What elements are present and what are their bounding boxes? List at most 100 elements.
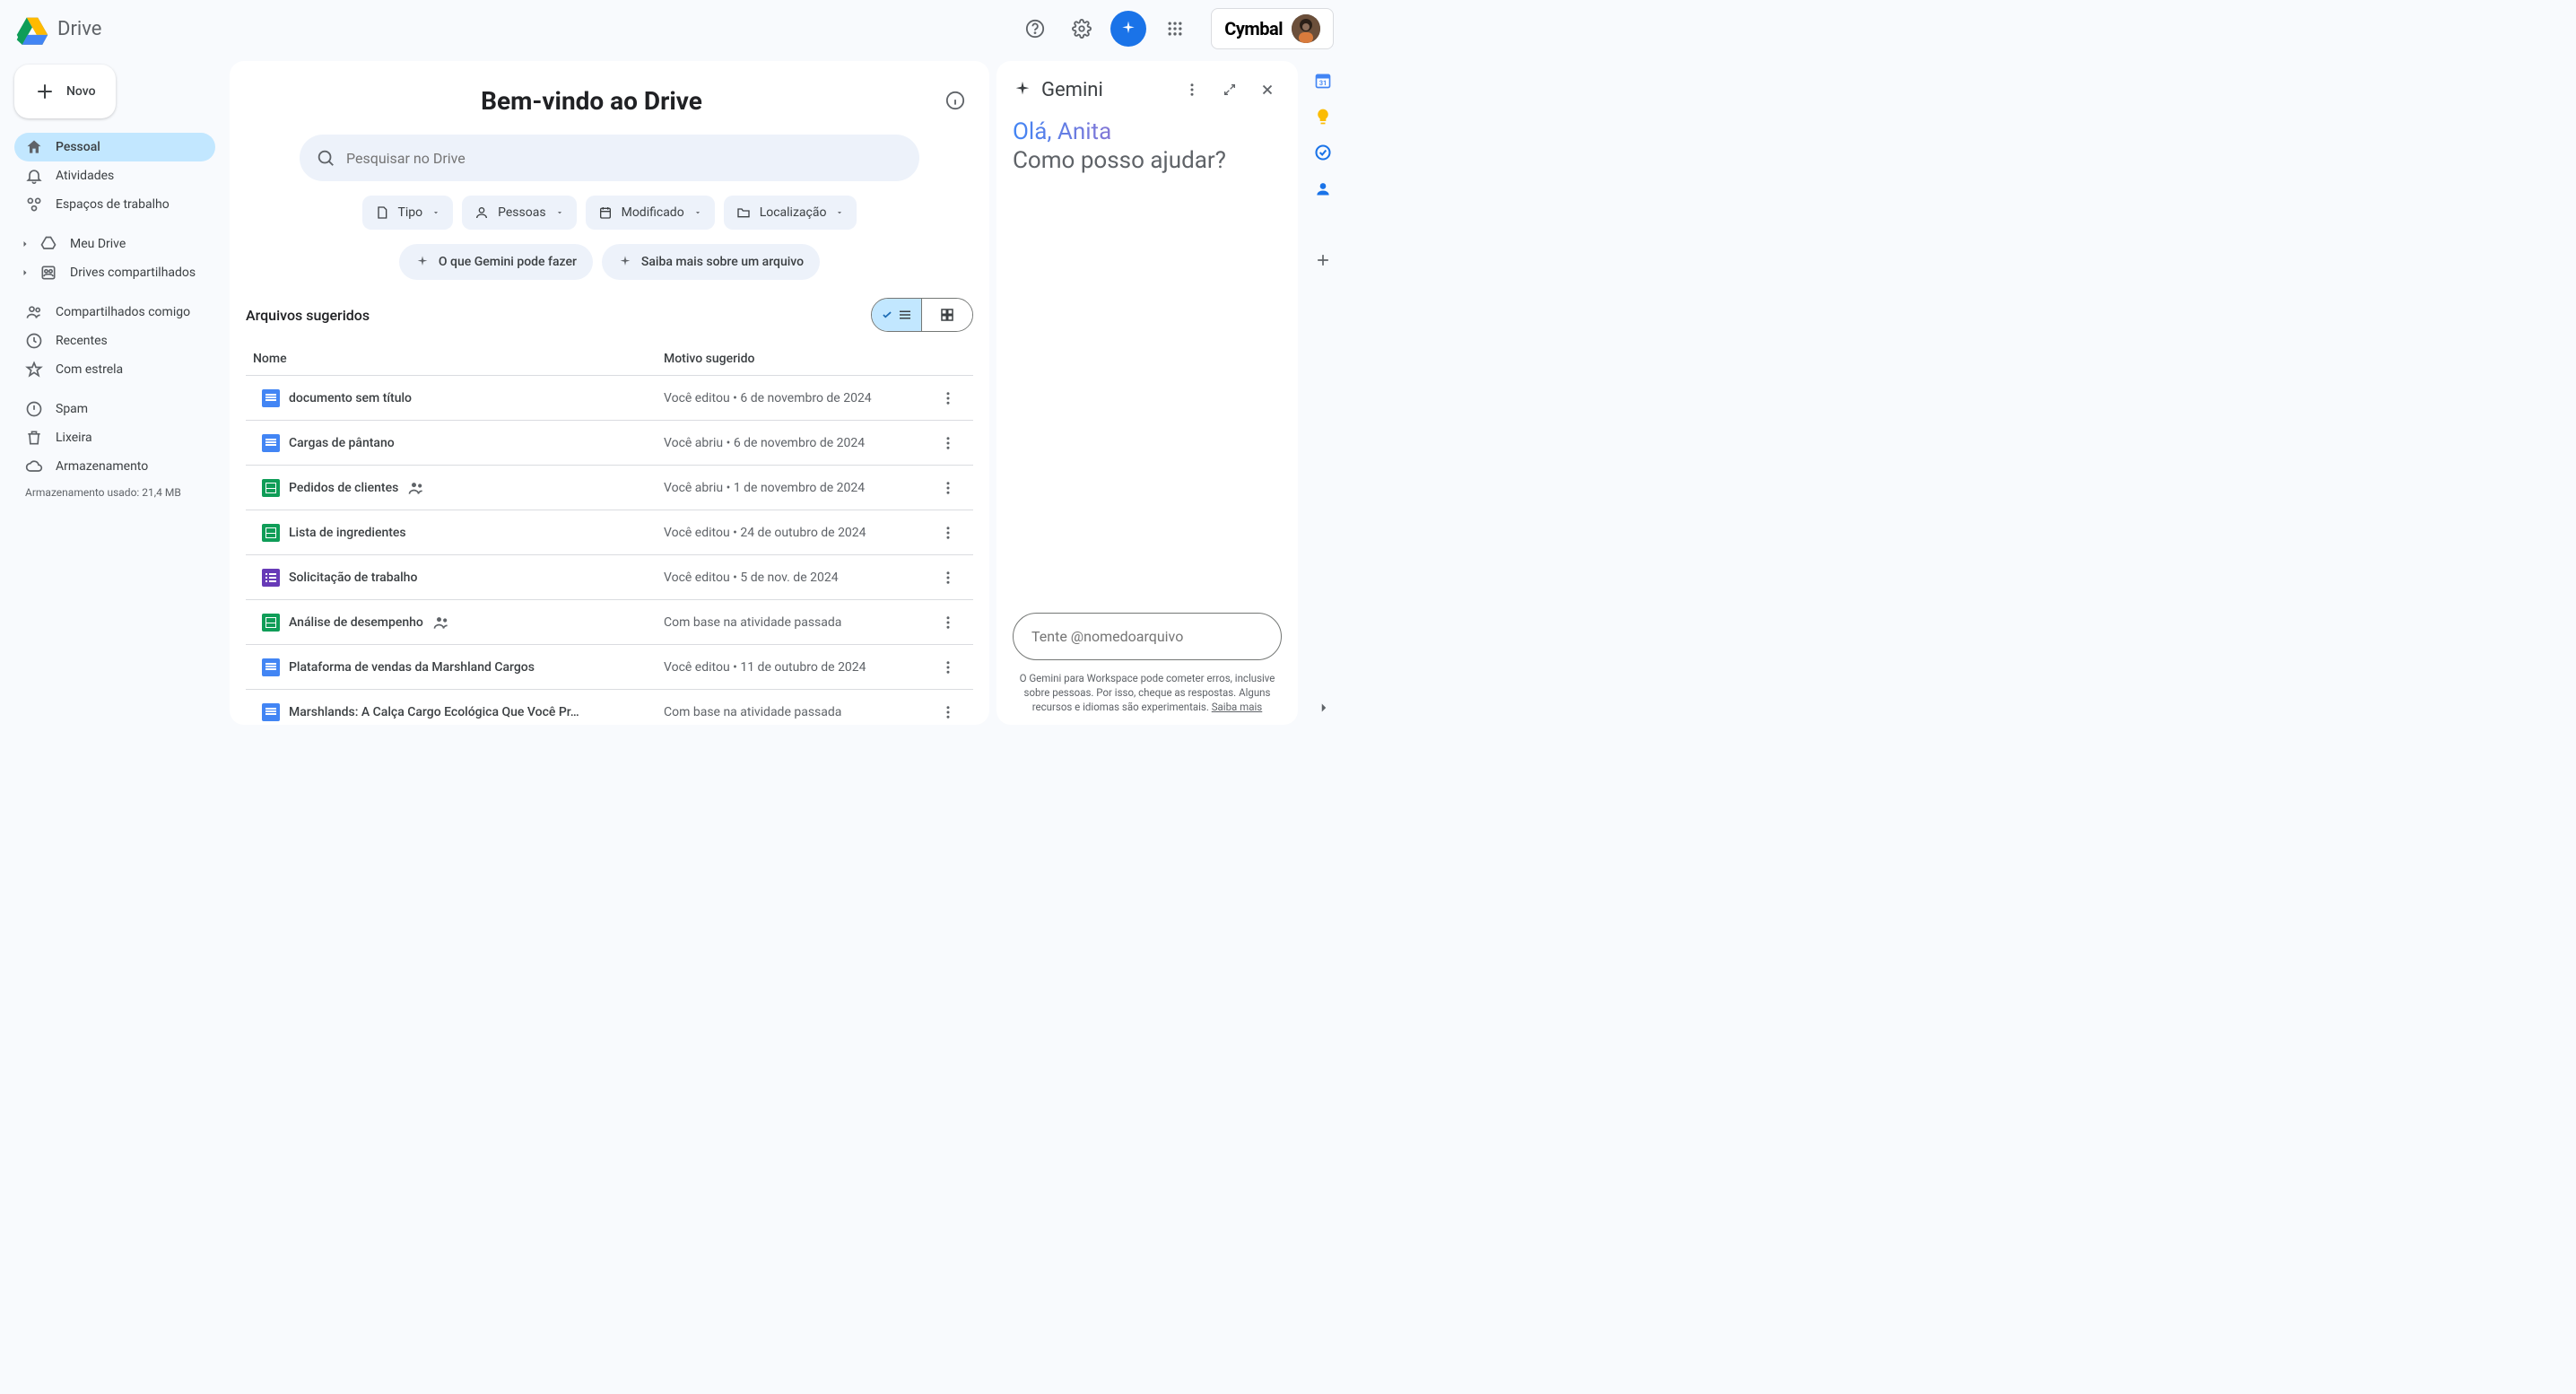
sidebar-item-my-drive[interactable]: Meu Drive	[14, 230, 215, 258]
file-reason: Você abriu • 6 de novembro de 2024	[664, 436, 930, 450]
person-icon	[474, 205, 489, 220]
sidebar-item-spam[interactable]: Spam	[14, 395, 215, 423]
file-reason: Você editou • 5 de nov. de 2024	[664, 571, 930, 585]
sidebar-item-workspaces[interactable]: Espaços de trabalho	[14, 190, 215, 219]
doc-file-icon	[253, 658, 289, 676]
filter-people[interactable]: Pessoas	[462, 196, 576, 230]
storage-usage: Armazenamento usado: 21,4 MB	[14, 481, 215, 506]
filter-type[interactable]: Tipo	[362, 196, 454, 230]
more-icon[interactable]	[1178, 75, 1206, 104]
spark-icon	[1013, 80, 1032, 100]
sheet-file-icon	[253, 614, 289, 632]
file-reason: Com base na atividade passada	[664, 615, 930, 630]
row-menu-button[interactable]	[930, 435, 966, 451]
sidebar-item-label: Lixeira	[56, 431, 92, 445]
search-input[interactable]	[346, 150, 903, 167]
file-reason: Você editou • 6 de novembro de 2024	[664, 391, 930, 405]
sidebar-item-storage[interactable]: Armazenamento	[14, 452, 215, 481]
row-menu-button[interactable]	[930, 525, 966, 541]
topbar-icons: Cymbal	[1017, 8, 1334, 49]
list-view-button[interactable]	[872, 299, 922, 331]
sidebar-item-recent[interactable]: Recentes	[14, 327, 215, 355]
side-app-rail: 31	[1298, 57, 1348, 728]
star-icon	[25, 361, 43, 379]
help-icon[interactable]	[1017, 11, 1053, 47]
keep-app-icon[interactable]	[1314, 108, 1332, 126]
table-row[interactable]: Lista de ingredientes Você editou • 24 d…	[246, 510, 973, 554]
file-icon	[375, 205, 389, 220]
new-button-label: Novo	[66, 84, 96, 99]
chip-label: O que Gemini pode fazer	[439, 255, 577, 269]
sidebar-item-trash[interactable]: Lixeira	[14, 423, 215, 452]
chip-label: Tipo	[398, 205, 423, 220]
gemini-spark-button[interactable]	[1110, 11, 1146, 47]
row-menu-button[interactable]	[930, 704, 966, 720]
search-bar[interactable]	[300, 135, 919, 181]
chip-label: Pessoas	[498, 205, 545, 220]
contacts-app-icon[interactable]	[1314, 179, 1332, 197]
column-headers: Nome Motivo sugerido	[246, 339, 973, 375]
home-icon	[25, 138, 43, 156]
row-menu-button[interactable]	[930, 390, 966, 406]
gemini-input-wrap[interactable]	[1013, 613, 1282, 660]
row-menu-button[interactable]	[930, 570, 966, 586]
sidebar-item-label: Espaços de trabalho	[56, 197, 170, 212]
grid-view-button[interactable]	[922, 299, 972, 331]
view-toggle	[871, 298, 973, 332]
close-icon[interactable]	[1253, 75, 1282, 104]
gemini-chip-learn-file[interactable]: Saiba mais sobre um arquivo	[602, 244, 820, 280]
table-row[interactable]: Plataforma de vendas da Marshland Cargos…	[246, 644, 973, 689]
logo[interactable]: Drive	[14, 11, 101, 47]
info-icon[interactable]	[937, 83, 973, 118]
table-row[interactable]: Solicitação de trabalho Você editou • 5 …	[246, 554, 973, 599]
brand-name: Cymbal	[1224, 18, 1283, 39]
doc-file-icon	[253, 703, 289, 721]
svg-text:31: 31	[1319, 79, 1327, 87]
gemini-subtitle: Como posso ajudar?	[1013, 147, 1282, 174]
apps-icon[interactable]	[1157, 11, 1193, 47]
filter-location[interactable]: Localização	[724, 196, 857, 230]
gemini-panel: Gemini Olá, Anita Como posso ajudar? O G…	[996, 61, 1298, 725]
file-name: Marshlands: A Calça Cargo Ecológica Que …	[289, 705, 664, 719]
add-app-icon[interactable]	[1314, 251, 1332, 269]
file-name: Análise de desempenho	[289, 614, 664, 632]
folder-icon	[736, 205, 751, 220]
row-menu-button[interactable]	[930, 659, 966, 675]
sheet-file-icon	[253, 524, 289, 542]
row-menu-button[interactable]	[930, 614, 966, 631]
avatar[interactable]	[1292, 14, 1320, 43]
row-menu-button[interactable]	[930, 480, 966, 496]
learn-more-link[interactable]: Saiba mais	[1212, 701, 1263, 713]
collapse-rail-icon[interactable]	[1316, 700, 1332, 716]
filter-row: Tipo Pessoas Modificado Localização	[246, 196, 973, 230]
table-row[interactable]: Análise de desempenho Com base na ativid…	[246, 599, 973, 644]
new-button[interactable]: Novo	[14, 65, 116, 118]
settings-icon[interactable]	[1064, 11, 1100, 47]
gemini-chip-capabilities[interactable]: O que Gemini pode fazer	[399, 244, 593, 280]
drive-icon	[39, 235, 57, 253]
clock-icon	[25, 332, 43, 350]
file-reason: Você editou • 11 de outubro de 2024	[664, 660, 930, 675]
calendar-app-icon[interactable]: 31	[1314, 72, 1332, 90]
table-row[interactable]: documento sem título Você editou • 6 de …	[246, 375, 973, 420]
expand-icon[interactable]	[1215, 75, 1244, 104]
sidebar-item-shared-drives[interactable]: Drives compartilhados	[14, 258, 215, 287]
table-row[interactable]: Cargas de pântano Você abriu • 6 de nove…	[246, 420, 973, 465]
filter-modified[interactable]: Modificado	[586, 196, 715, 230]
sidebar-item-home[interactable]: Pessoal	[14, 133, 215, 161]
gemini-input[interactable]	[1031, 628, 1263, 645]
sidebar-item-label: Com estrela	[56, 362, 123, 377]
shared-icon	[407, 479, 425, 497]
table-row[interactable]: Marshlands: A Calça Cargo Ecológica Que …	[246, 689, 973, 725]
tasks-app-icon[interactable]	[1314, 144, 1332, 161]
table-row[interactable]: Pedidos de clientes Você abriu • 1 de no…	[246, 465, 973, 510]
org-brand[interactable]: Cymbal	[1211, 8, 1334, 49]
section-title: Arquivos sugeridos	[246, 307, 370, 324]
sidebar-item-starred[interactable]: Com estrela	[14, 355, 215, 384]
sidebar-item-label: Pessoal	[56, 140, 100, 154]
sidebar-item-shared-with-me[interactable]: Compartilhados comigo	[14, 298, 215, 327]
chevron-right-icon	[20, 239, 30, 249]
doc-file-icon	[253, 389, 289, 407]
spark-icon	[618, 255, 632, 269]
sidebar-item-activity[interactable]: Atividades	[14, 161, 215, 190]
